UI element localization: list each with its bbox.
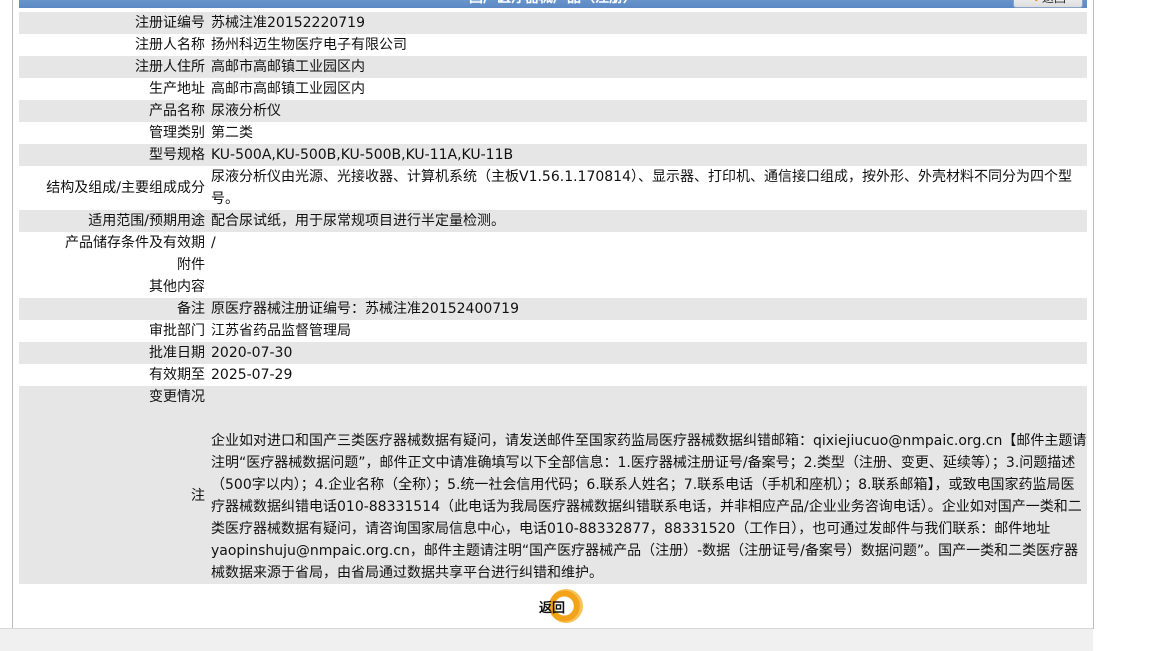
back-button-bottom[interactable]: 返回: [527, 589, 593, 625]
row-value: [211, 254, 1087, 276]
detail-table: 注册证编号 苏械注准20152220719 注册人名称 扬州科迈生物医疗电子有限…: [19, 12, 1087, 584]
table-row: 附件: [19, 254, 1087, 276]
arrow-left-icon: ➔: [1030, 0, 1040, 7]
row-label: 变更情况: [149, 389, 205, 405]
row-label: 生产地址: [149, 81, 205, 97]
row-value: 尿液分析仪由光源、光接收器、计算机系统（主板V1.56.1.170814）、显示…: [211, 169, 1072, 207]
row-label: 产品储存条件及有效期: [65, 235, 205, 251]
row-value: 2020-07-30: [211, 345, 293, 361]
table-row: 适用范围/预期用途 配合尿试纸，用于尿常规项目进行半定量检测。: [19, 210, 1087, 232]
row-label: 批准日期: [149, 345, 205, 361]
back-button-bottom-label: 返回: [539, 601, 566, 616]
note-text: 企业如对进口和国产三类医疗器械数据有疑问，请发送邮件至国家药监局医疗器械数据纠错…: [211, 433, 1087, 581]
note-row: 注 企业如对进口和国产三类医疗器械数据有疑问，请发送邮件至国家药监局医疗器械数据…: [19, 408, 1087, 584]
row-value: 苏械注准20152220719: [211, 15, 365, 31]
row-value: 高邮市高邮镇工业园区内: [211, 81, 365, 97]
table-row: 审批部门 江苏省药品监督管理局: [19, 320, 1087, 342]
row-label: 适用范围/预期用途: [88, 213, 205, 229]
row-value: 尿液分析仪: [211, 103, 281, 119]
row-label: 其他内容: [149, 279, 205, 295]
page-bottom-bar: [0, 628, 1093, 651]
row-label: 结构及组成/主要组成成分: [46, 180, 205, 196]
table-row: 产品名称 尿液分析仪: [19, 100, 1087, 122]
row-value: 第二类: [211, 125, 253, 141]
table-row: 注册证编号 苏械注准20152220719: [19, 12, 1087, 34]
row-label: 注册人住所: [135, 59, 205, 75]
note-label: 注: [191, 488, 205, 504]
detail-panel: 国产医疗器械产品（注册） ➔返回 注册证编号 苏械注准20152220719 注…: [12, 0, 1094, 629]
row-value: 配合尿试纸，用于尿常规项目进行半定量检测。: [211, 213, 505, 229]
row-label: 备注: [177, 301, 205, 317]
table-row: 变更情况: [19, 386, 1087, 408]
row-label: 审批部门: [149, 323, 205, 339]
table-row: 产品储存条件及有效期 /: [19, 232, 1087, 254]
table-row: 备注 原医疗器械注册证编号：苏械注准20152400719: [19, 298, 1087, 320]
row-label: 型号规格: [149, 147, 205, 163]
table-row: 批准日期 2020-07-30: [19, 342, 1087, 364]
table-row: 型号规格 KU-500A,KU-500B,KU-500B,KU-11A,KU-1…: [19, 144, 1087, 166]
table-row: 注册人住所 高邮市高邮镇工业园区内: [19, 56, 1087, 78]
table-row: 结构及组成/主要组成成分 尿液分析仪由光源、光接收器、计算机系统（主板V1.56…: [19, 166, 1087, 210]
panel-title: 国产医疗器械产品（注册）: [19, 0, 1087, 8]
row-value: 2025-07-29: [211, 367, 293, 383]
row-value: 高邮市高邮镇工业园区内: [211, 59, 365, 75]
table-row: 有效期至 2025-07-29: [19, 364, 1087, 386]
back-button-top[interactable]: ➔返回: [1013, 0, 1083, 8]
row-value: 扬州科迈生物医疗电子有限公司: [211, 37, 407, 53]
row-value: [211, 276, 1087, 298]
row-value: /: [211, 235, 216, 251]
row-value: KU-500A,KU-500B,KU-500B,KU-11A,KU-11B: [211, 147, 514, 163]
row-value: [211, 386, 1087, 408]
row-label: 管理类别: [149, 125, 205, 141]
row-label: 有效期至: [149, 367, 205, 383]
row-label: 附件: [177, 257, 205, 273]
table-row: 其他内容: [19, 276, 1087, 298]
row-label: 注册人名称: [135, 37, 205, 53]
back-button-top-label: 返回: [1042, 0, 1066, 5]
row-label: 注册证编号: [135, 15, 205, 31]
table-row: 注册人名称 扬州科迈生物医疗电子有限公司: [19, 34, 1087, 56]
row-value: 原医疗器械注册证编号：苏械注准20152400719: [211, 301, 519, 317]
table-row: 生产地址 高邮市高邮镇工业园区内: [19, 78, 1087, 100]
row-label: 产品名称: [149, 103, 205, 119]
row-value: 江苏省药品监督管理局: [211, 323, 351, 339]
table-row: 管理类别 第二类: [19, 122, 1087, 144]
